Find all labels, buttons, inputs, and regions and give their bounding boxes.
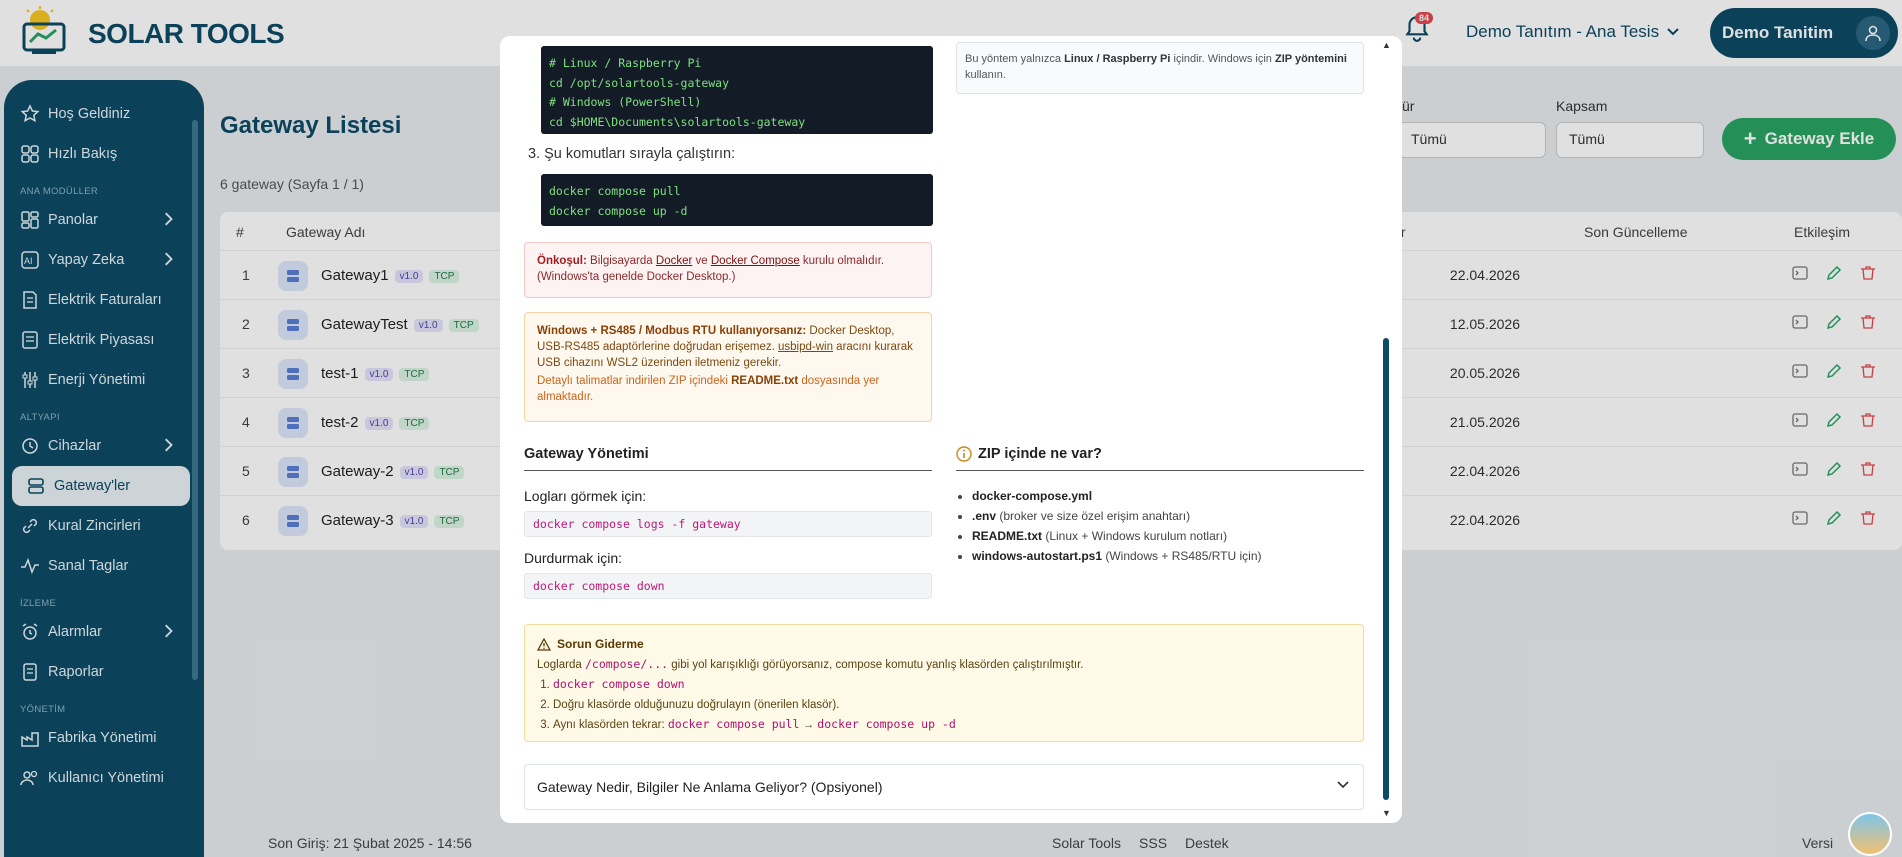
troubleshooting-box: Sorun Giderme Loglarda /compose/... gibi… [524, 624, 1364, 742]
linux-only-note: Bu yöntem yalnızca Linux / Raspberry Pi … [956, 42, 1364, 94]
list-item: docker compose down [553, 675, 1351, 696]
troubleshooting-title: Sorun Giderme [557, 637, 644, 651]
zip-contents-title-text: ZIP içinde ne var? [978, 446, 1102, 462]
list-item: .env (broker ve size özel erişim anahtar… [972, 506, 1262, 526]
usbipd-win-link[interactable]: usbipd-win [778, 341, 833, 353]
list-item: README.txt (Linux + Windows kurulum notl… [972, 526, 1262, 546]
windows-rs485-alert: Windows + RS485 / Modbus RTU kullanıyors… [524, 312, 932, 422]
compose-code-block[interactable]: docker compose pull docker compose up -d [541, 174, 933, 226]
docker-compose-link[interactable]: Docker Compose [711, 255, 800, 267]
list-item: windows-autostart.ps1 (Windows + RS485/R… [972, 546, 1262, 566]
prerequisite-alert: Önkoşul: Bilgisayarda Docker ve Docker C… [524, 242, 932, 298]
stop-label: Durdurmak için: [524, 550, 623, 566]
zip-contents-title: ZIP içinde ne var? [956, 446, 1364, 471]
accordion-title: Gateway Nedir, Bilgiler Ne Anlama Geliyo… [537, 779, 883, 795]
logs-command[interactable]: docker compose logs -f gateway [524, 511, 932, 537]
list-item: Doğru klasörde olduğunuzu doğrulayın (ön… [553, 696, 1351, 716]
code-line: docker compose up -d [549, 203, 688, 218]
info-icon [956, 446, 972, 462]
code-line: docker compose pull [549, 184, 681, 198]
assistant-avatar-icon[interactable] [1848, 812, 1892, 856]
step-3-text: 3. Şu komutları sırayla çalıştırın: [528, 146, 736, 162]
modal-scrollbar[interactable]: ▲ ▼ [1380, 36, 1392, 823]
code-line: cd /opt/solartools-gateway [549, 75, 730, 90]
list-item: Aynı klasörden tekrar: docker compose pu… [553, 715, 1351, 736]
chevron-down-icon [1337, 781, 1349, 789]
code-line: cd $HOME\Documents\solartools-gateway [549, 114, 806, 129]
warning-icon [537, 638, 551, 651]
gateway-management-title: Gateway Yönetimi [524, 446, 932, 471]
gateway-info-accordion[interactable]: Gateway Nedir, Bilgiler Ne Anlama Geliyo… [524, 764, 1364, 810]
code-line: # Windows (PowerShell) [549, 95, 702, 109]
modal-scrollbar-thumb[interactable] [1383, 338, 1389, 800]
scroll-down-arrow-icon[interactable]: ▼ [1382, 808, 1391, 818]
scroll-up-arrow-icon[interactable]: ▲ [1382, 40, 1391, 50]
logs-label: Logları görmek için: [524, 488, 647, 504]
docker-link[interactable]: Docker [656, 255, 692, 267]
zip-contents-list: docker-compose.yml .env (broker ve size … [972, 486, 1262, 566]
list-item: docker-compose.yml [972, 486, 1262, 506]
stop-command[interactable]: docker compose down [524, 573, 932, 599]
code-line: # Linux / Raspberry Pi [549, 56, 702, 70]
gateway-setup-modal: # Linux / Raspberry Pi cd /opt/solartool… [500, 36, 1402, 823]
path-code-block[interactable]: # Linux / Raspberry Pi cd /opt/solartool… [541, 46, 933, 134]
